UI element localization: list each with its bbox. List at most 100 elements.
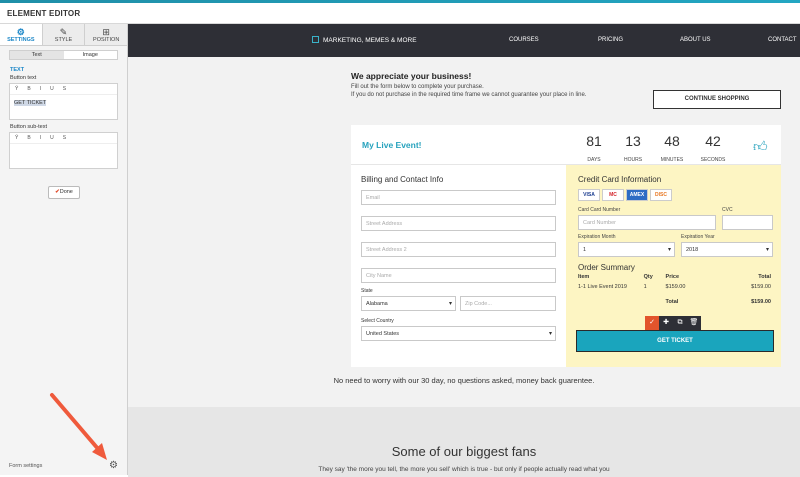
order-total: $159.00 bbox=[751, 284, 771, 290]
visa-icon: VISA bbox=[578, 189, 600, 201]
form-settings-gear-icon[interactable]: ⚙ bbox=[109, 460, 118, 471]
nav-link-courses[interactable]: COURSES bbox=[509, 37, 539, 43]
total-label: Total bbox=[665, 299, 679, 305]
underline-icon[interactable]: U bbox=[50, 86, 54, 92]
nav-link-pricing[interactable]: PRICING bbox=[598, 37, 623, 43]
button-subtext-input[interactable] bbox=[10, 144, 117, 168]
form-settings-link[interactable]: Form settings bbox=[9, 463, 42, 469]
street-address-2-field[interactable]: Street Address 2 bbox=[361, 242, 556, 257]
intro-heading: We appreciate your business! bbox=[351, 71, 472, 81]
editor-tabs: ⚙ SETTINGS ✎ STYLE ⊞ POSITION bbox=[0, 24, 128, 46]
countdown-seconds-unit: SECONDS bbox=[700, 157, 726, 163]
strikethrough-icon[interactable]: S bbox=[63, 135, 66, 141]
countdown-seconds-value: 42 bbox=[705, 133, 721, 149]
site-logo-text: MARKETING, MEMES & MORE bbox=[323, 37, 417, 44]
done-label: Done bbox=[59, 189, 73, 195]
italic-icon[interactable]: I bbox=[40, 86, 41, 92]
event-header: My Live Event! 81 DAYS 13 HOURS 48 MINUTES … bbox=[351, 125, 781, 165]
button-text-label: Button text bbox=[10, 75, 37, 81]
grid-icon: ⊞ bbox=[102, 27, 110, 37]
credit-card-heading: Credit Card Information bbox=[578, 175, 662, 184]
countdown-days-unit: DAYS bbox=[587, 157, 601, 163]
text-color-icon[interactable]: Ȳ bbox=[15, 86, 18, 92]
tab-position-label: POSITION bbox=[93, 37, 120, 43]
intro-line-1: Fill out the form below to complete your… bbox=[351, 84, 484, 90]
done-button[interactable]: ✔Done bbox=[48, 186, 80, 199]
tab-style[interactable]: ✎ STYLE bbox=[42, 24, 86, 45]
underline-icon[interactable]: U bbox=[50, 135, 54, 141]
countdown-days-value: 81 bbox=[586, 133, 602, 149]
discover-icon: DISC bbox=[650, 189, 672, 201]
tab-settings-label: SETTINGS bbox=[7, 37, 35, 43]
card-brands: VISA MC AMEX DISC bbox=[578, 189, 771, 201]
delete-icon[interactable]: 🗑 bbox=[687, 316, 701, 330]
order-item: 1-1 Live Event 2019 bbox=[578, 284, 627, 290]
countdown-seconds: 42 SECONDS bbox=[698, 134, 728, 166]
strikethrough-icon[interactable]: S bbox=[63, 86, 66, 92]
card-number-label: Card Card Number bbox=[578, 207, 621, 213]
countdown-minutes: 48 MINUTES bbox=[657, 134, 687, 166]
site-nav: MARKETING, MEMES & MORE COURSES PRICING … bbox=[128, 24, 800, 57]
nav-link-about[interactable]: ABOUT US bbox=[680, 37, 711, 43]
order-table: Item Qty Price Total 1-1 Live Event 2019… bbox=[578, 272, 771, 307]
get-ticket-button[interactable]: GET TICKET bbox=[576, 330, 774, 352]
tab-position[interactable]: ⊞ POSITION bbox=[85, 24, 128, 45]
button-subtext-editor[interactable]: Ȳ B I U S bbox=[9, 132, 118, 169]
logo-icon bbox=[312, 36, 319, 43]
rte-toolbar-2: Ȳ B I U S bbox=[10, 133, 117, 144]
intro-text: Fill out the form below to complete your… bbox=[351, 83, 591, 99]
segment-text[interactable]: Text bbox=[10, 51, 64, 59]
gear-icon: ⚙ bbox=[16, 27, 25, 37]
country-label: Select Country bbox=[361, 318, 394, 324]
order-row: 1-1 Live Event 2019 1 $159.00 $159.00 bbox=[578, 282, 771, 292]
countdown-minutes-value: 48 bbox=[664, 133, 680, 149]
button-text-editor[interactable]: Ȳ B I U S GET TICKET bbox=[9, 83, 118, 120]
text-color-icon[interactable]: Ȳ bbox=[15, 135, 18, 141]
exp-year-label: Expiration Year bbox=[681, 234, 715, 240]
card-number-field[interactable]: Card Number bbox=[578, 215, 716, 230]
move-icon[interactable]: ✚ bbox=[659, 316, 673, 330]
fans-text: They say 'the more you tell, the more yo… bbox=[318, 466, 610, 473]
element-editor-panel: ⚙ SETTINGS ✎ STYLE ⊞ POSITION Text Image… bbox=[0, 24, 128, 475]
countdown-minutes-unit: MINUTES bbox=[660, 157, 684, 163]
billing-heading: Billing and Contact Info bbox=[361, 175, 444, 184]
email-field[interactable]: Email bbox=[361, 190, 556, 205]
state-label: State bbox=[361, 288, 373, 294]
segment-image[interactable]: Image bbox=[63, 51, 117, 59]
total-value: $159.00 bbox=[751, 299, 771, 305]
exp-month-select[interactable]: 1 bbox=[578, 242, 675, 257]
zip-code-field[interactable]: Zip Code... bbox=[460, 296, 556, 311]
col-total: Total bbox=[758, 274, 771, 280]
bold-icon[interactable]: B bbox=[27, 86, 30, 92]
exp-year-select[interactable]: 2018 bbox=[681, 242, 773, 257]
city-field[interactable]: City Name bbox=[361, 268, 556, 283]
countdown-hours: 13 HOURS bbox=[618, 134, 648, 166]
intro-line-2: If you do not purchase in the required t… bbox=[351, 92, 587, 98]
site-logo[interactable]: MARKETING, MEMES & MORE bbox=[312, 36, 417, 44]
cvc-field[interactable] bbox=[722, 215, 773, 230]
confirm-icon[interactable]: ✓ bbox=[645, 316, 659, 330]
country-select[interactable]: United States bbox=[361, 326, 556, 341]
order-summary-heading: Order Summary bbox=[578, 263, 635, 272]
button-text-value: GET TICKET bbox=[14, 100, 47, 106]
col-item: Item bbox=[578, 274, 590, 280]
fans-heading: Some of our biggest fans bbox=[391, 444, 537, 459]
event-title: My Live Event! bbox=[362, 140, 422, 150]
fans-section: Some of our biggest fans They say 'the m… bbox=[128, 407, 800, 477]
order-header-row: Item Qty Price Total bbox=[578, 272, 771, 282]
tab-style-label: STYLE bbox=[54, 37, 73, 43]
continue-shopping-button[interactable]: CONTINUE SHOPPING bbox=[653, 90, 781, 109]
countdown-hours-value: 13 bbox=[625, 133, 641, 149]
italic-icon[interactable]: I bbox=[40, 135, 41, 141]
duplicate-icon[interactable]: ⧉ bbox=[673, 316, 687, 330]
exp-month-label: Expiration Month bbox=[578, 234, 616, 240]
countdown-hours-unit: HOURS bbox=[623, 157, 643, 163]
state-select[interactable]: Alabama bbox=[361, 296, 456, 311]
button-text-input[interactable]: GET TICKET bbox=[10, 95, 117, 119]
guarantee-text: No need to worry with our 30 day, no que… bbox=[333, 376, 595, 385]
nav-link-contact[interactable]: CONTACT bbox=[768, 37, 797, 43]
amex-icon: AMEX bbox=[626, 189, 648, 201]
bold-icon[interactable]: B bbox=[27, 135, 30, 141]
street-address-field[interactable]: Street Address bbox=[361, 216, 556, 231]
tab-settings[interactable]: ⚙ SETTINGS bbox=[0, 24, 43, 45]
